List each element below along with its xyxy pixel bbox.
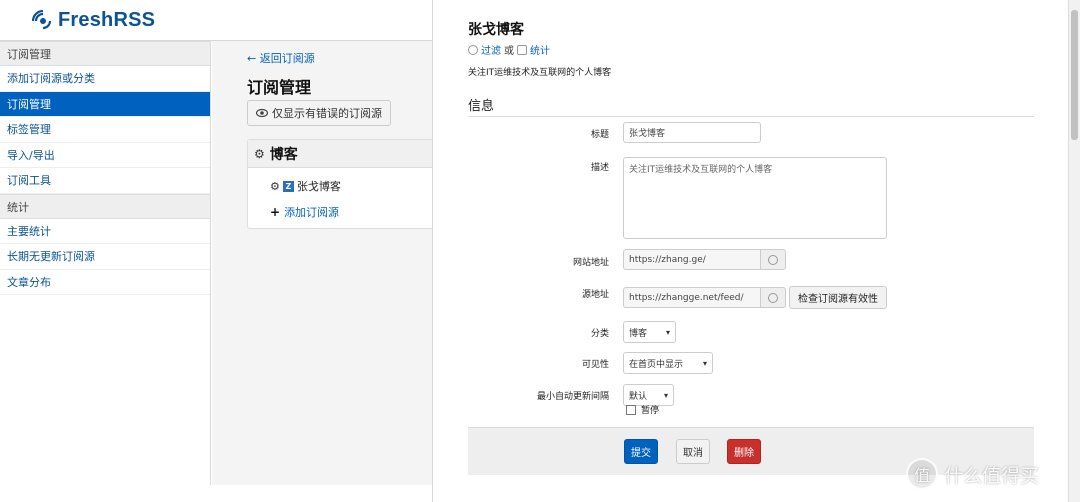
add-feed-label: 添加订阅源 <box>284 206 340 219</box>
sidebar-item-tags[interactable]: 标签管理 <box>0 117 210 143</box>
interval-select-value: 默认 <box>629 391 648 402</box>
category-select-value: 博客 <box>629 328 648 339</box>
feed-title: 张戈博客 <box>468 22 524 38</box>
cancel-button[interactable]: 取消 <box>676 439 710 464</box>
feed-url-input[interactable]: https://zhangge.net/feed/ <box>623 287 761 308</box>
back-link[interactable]: ← 返回订阅源 <box>247 50 315 66</box>
page-scrollbar[interactable] <box>1068 0 1080 502</box>
sidebar-item-subscription-management[interactable]: 订阅管理 <box>0 91 210 117</box>
visibility-label: 可见性 <box>581 360 609 370</box>
feed-config-panel: 张戈博客 过滤 或 统计 关注IT运维技术及互联网的个人博客 信息 标题 张戈博… <box>432 0 1080 502</box>
feed-url-label: 源地址 <box>581 290 609 300</box>
category-header: ⚙ 博客 <box>248 140 436 168</box>
watermark-text: 什么值得买 <box>944 464 1040 487</box>
plus-icon: + <box>270 205 281 219</box>
chevron-down-icon: ▾ <box>665 327 670 337</box>
eye-icon <box>256 108 268 118</box>
visibility-select-value: 在首页中显示 <box>629 359 684 370</box>
check-feed-button[interactable]: 检查订阅源有效性 <box>789 286 887 309</box>
chevron-down-icon: ▾ <box>663 390 668 400</box>
category-name[interactable]: 博客 <box>270 144 298 164</box>
sidebar-item-main-stats[interactable]: 主要统计 <box>0 219 210 244</box>
delete-button[interactable]: 删除 <box>727 439 761 464</box>
title-input[interactable]: 张戈博客 <box>623 122 761 143</box>
app-name: FreshRSS <box>58 9 156 31</box>
submit-button[interactable]: 提交 <box>624 439 658 464</box>
filter-link[interactable]: 过滤 <box>481 42 501 57</box>
link-icon <box>768 292 778 303</box>
feed-description: 关注IT运维技术及互联网的个人博客 <box>468 68 612 78</box>
link-icon <box>768 254 778 265</box>
app-logo[interactable]: FreshRSS <box>32 9 155 32</box>
sidebar-item-import-export[interactable]: 导入/导出 <box>0 143 210 168</box>
category-box: ⚙ 博客 ⚙ Z 张戈博客 + 添加订阅源 <box>247 139 437 229</box>
watermark-logo-icon: 值 <box>906 458 938 490</box>
add-feed-link[interactable]: + 添加订阅源 <box>270 204 339 220</box>
subscription-panel: ← 返回订阅源 订阅管理 仅显示有错误的订阅源 ⚙ 博客 ⚙ Z 张戈博客 + … <box>212 41 437 485</box>
sidebar-section-subscriptions: 订阅管理 <box>0 41 210 66</box>
gear-icon[interactable]: ⚙ <box>254 147 265 161</box>
feed-favicon-icon: Z <box>282 180 294 192</box>
sidebar-item-repartition[interactable]: 文章分布 <box>0 270 210 295</box>
sidebar-section-stats: 统计 <box>0 193 210 219</box>
title-label: 标题 <box>590 130 609 140</box>
interval-label: 最小自动更新间隔 <box>536 392 609 402</box>
stats-link[interactable]: 统计 <box>530 42 550 57</box>
sidebar: 订阅管理 添加订阅源或分类 订阅管理 标签管理 导入/导出 订阅工具 统计 主要… <box>0 41 211 485</box>
pause-checkbox[interactable] <box>626 404 636 415</box>
or-text: 或 <box>504 46 514 57</box>
show-errors-button[interactable]: 仅显示有错误的订阅源 <box>247 100 391 126</box>
visibility-select[interactable]: 在首页中显示 ▾ <box>623 352 713 374</box>
rss-logo-icon <box>32 9 52 29</box>
feed-name: 张戈博客 <box>296 180 341 193</box>
sidebar-item-tools[interactable]: 订阅工具 <box>0 168 210 194</box>
feed-links: 过滤 或 统计 <box>468 42 550 57</box>
website-input[interactable]: https://zhang.ge/ <box>623 249 761 270</box>
stats-icon <box>517 44 527 55</box>
desc-textarea[interactable]: 关注IT运维技术及互联网的个人博客 <box>623 157 887 239</box>
watermark: 值 什么值得买 <box>906 458 1039 490</box>
divider <box>468 116 1034 117</box>
sidebar-item-add-feed[interactable]: 添加订阅源或分类 <box>0 66 210 92</box>
feed-item[interactable]: ⚙ Z 张戈博客 <box>270 178 341 194</box>
pause-checkbox-row[interactable]: 暂停 <box>626 403 659 416</box>
desc-label: 描述 <box>590 163 609 173</box>
scrollbar-thumb[interactable] <box>1071 10 1078 140</box>
pause-label: 暂停 <box>641 406 660 416</box>
sidebar-item-idle-feeds[interactable]: 长期无更新订阅源 <box>0 244 210 270</box>
category-label: 分类 <box>590 329 609 339</box>
info-section-title: 信息 <box>468 99 495 114</box>
open-feed-button[interactable] <box>760 287 786 308</box>
open-website-button[interactable] <box>760 249 786 270</box>
show-errors-label: 仅显示有错误的订阅源 <box>272 107 382 120</box>
category-select[interactable]: 博客 ▾ <box>623 321 676 343</box>
website-label: 网站地址 <box>572 258 609 268</box>
chevron-down-icon: ▾ <box>702 358 707 368</box>
page-title: 订阅管理 <box>247 78 312 97</box>
filter-icon <box>468 44 478 55</box>
app-header: FreshRSS <box>0 0 432 41</box>
gear-icon[interactable]: ⚙ <box>270 180 280 193</box>
